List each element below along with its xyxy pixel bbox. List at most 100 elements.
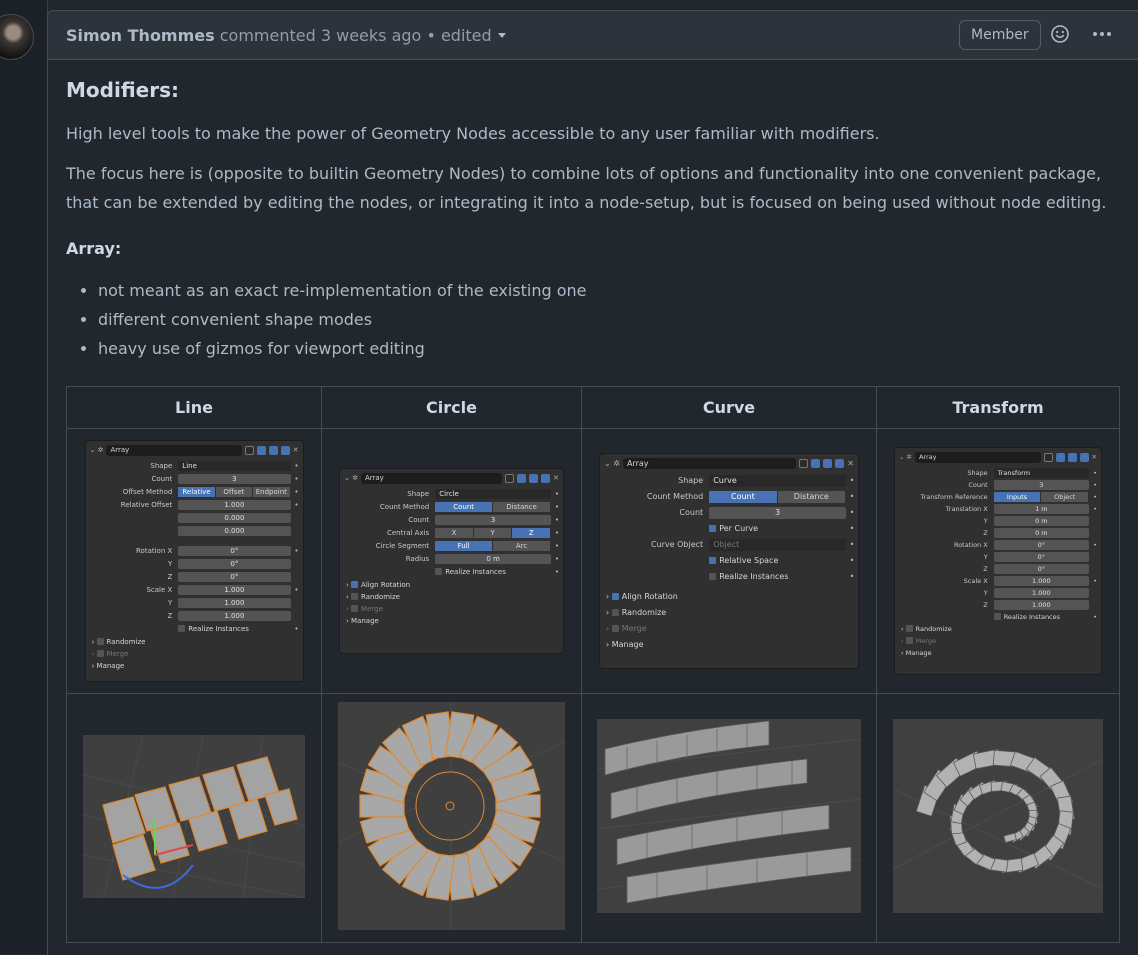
central-axis-selector[interactable]: XYZ [435,528,552,538]
realize-checkbox[interactable]: Realize Instances [435,568,551,576]
label: Central Axis [386,529,430,537]
randomize-section[interactable]: › Randomize [600,605,858,621]
shape-dropdown[interactable]: Transform [993,467,1089,478]
scale-y-field[interactable]: 1.000 [993,587,1089,598]
offset-z-field[interactable]: 0.000 [178,526,291,536]
randomize-section[interactable]: › Randomize [340,591,563,603]
shape-dropdown[interactable]: Circle [435,489,551,499]
merge-section[interactable]: › Merge [600,621,858,637]
rotation-z-field[interactable]: 0° [178,572,291,582]
modifier-name-field[interactable]: Array [360,472,503,484]
transform-modifier-panel[interactable]: ⌄ ✲ Array ✕ Shape Transform • Count 3 • Transf… [894,447,1102,675]
scale-z-field[interactable]: 1.000 [178,611,291,621]
label: Relative Offset [120,501,173,509]
realize-checkbox[interactable]: Realize Instances [993,612,1089,621]
circle-viewport-image [338,702,565,930]
randomize-section[interactable]: › Randomize [86,636,303,648]
comment-meta: Simon Thommes commented 3 weeks ago • ed… [66,26,506,45]
merge-section[interactable]: › Merge [340,603,563,615]
paragraph-focus: The focus here is (opposite to builtin G… [66,164,1107,212]
curve-modifier-panel[interactable]: ⌄ ✲ Array ✕ Shape Curve • Count Method Count D… [599,453,859,669]
shape-dropdown[interactable]: Line [178,461,291,471]
label: Count [408,516,430,524]
circle-segment-selector[interactable]: Full Arc [435,541,551,551]
count-field[interactable]: 3 [993,479,1089,490]
offset-method-selector[interactable]: Relative Offset Endpoint [178,487,291,497]
label: Y [168,560,173,568]
align-rotation-section[interactable]: › Align Rotation [600,589,858,605]
scale-z-field[interactable]: 1.000 [993,599,1089,610]
column-header-line: Line [66,386,322,429]
feature-list: not meant as an exact re-implementation … [66,276,1126,363]
manage-section[interactable]: › Manage [340,615,563,627]
label: Offset Method [122,488,173,496]
merge-section[interactable]: › Merge [895,635,1101,647]
relative-space-checkbox[interactable]: Relative Space [709,556,846,565]
scale-y-field[interactable]: 1.000 [178,598,291,608]
realize-checkbox[interactable]: Realize Instances [178,625,290,633]
rotation-y-field[interactable]: 0° [178,559,291,569]
rotation-z-field[interactable]: 0° [993,563,1089,574]
offset-y-field[interactable]: 0.000 [178,513,291,523]
label: Transform Reference [920,492,988,501]
curve-object-field[interactable]: Object [709,538,846,551]
comment-time[interactable]: 3 weeks ago [321,26,421,45]
label: Y [168,599,173,607]
translation-x-field[interactable]: 1 m [993,503,1089,514]
transform-reference-selector[interactable]: Inputs Object [993,491,1089,502]
realize-checkbox[interactable]: Realize Instances [709,572,846,581]
circle-modifier-panel[interactable]: ⌄ ✲ Array ✕ Shape Circle • Count Method Count… [339,468,564,654]
rotation-x-field[interactable]: 0° [178,546,291,556]
translation-z-field[interactable]: 0 m [993,527,1089,538]
kebab-horizontal-icon[interactable] [1090,23,1114,45]
label: Shape [407,490,430,498]
label: Z [983,600,988,609]
label: Count Method [379,503,430,511]
comment-box: Simon Thommes commented 3 weeks ago • ed… [47,10,1138,955]
modifier-name-field[interactable]: Array [622,457,797,469]
label: Shape [150,462,173,470]
count-field[interactable]: 3 [178,474,291,484]
edited-dropdown[interactable]: • edited [426,26,491,45]
count-field[interactable]: 3 [435,515,551,525]
per-curve-checkbox[interactable]: Per Curve [709,524,846,533]
label: Count [679,508,704,517]
author-link[interactable]: Simon Thommes [66,26,215,45]
count-method-selector[interactable]: Count Distance [709,490,846,503]
scale-x-field[interactable]: 1.000 [993,575,1089,586]
count-method-selector[interactable]: Count Distance [435,502,551,512]
manage-section[interactable]: › Manage [600,637,858,653]
cell-transform-panel: ⌄ ✲ Array ✕ Shape Transform • Count 3 • Transf… [876,428,1120,694]
smiley-icon[interactable] [1050,24,1070,44]
column-header-curve: Curve [581,386,877,429]
label: Circle Segment [375,542,430,550]
line-viewport-image [83,734,305,898]
label: Z [167,573,173,581]
list-item: not meant as an exact re-implementation … [98,276,1126,305]
align-rotation-section[interactable]: › Align Rotation [340,579,563,591]
randomize-section[interactable]: › Randomize [895,623,1101,635]
manage-section[interactable]: › Manage [895,647,1101,659]
scale-x-field[interactable]: 1.000 [178,585,291,595]
shape-dropdown[interactable]: Curve [709,474,846,487]
count-field[interactable]: 3 [709,506,846,519]
merge-section[interactable]: › Merge [86,648,303,660]
modifier-name-field[interactable]: Array [914,451,1041,463]
rotation-x-field[interactable]: 0° [993,539,1089,550]
column-header-transform: Transform [876,386,1120,429]
rotation-y-field[interactable]: 0° [993,551,1089,562]
translation-y-field[interactable]: 0 m [993,515,1089,526]
comment-header: Simon Thommes commented 3 weeks ago • ed… [48,11,1138,60]
radius-field[interactable]: 0 m [435,554,551,564]
chevron-down-icon[interactable] [497,33,506,38]
offset-x-field[interactable]: 1.000 [178,500,291,510]
cell-circle-viewport [321,693,582,943]
line-modifier-panel[interactable]: ⌄ ✲ Array ✕ Shape Line • Count 3 • Offset Meth… [84,440,304,682]
manage-section[interactable]: › Manage [86,660,303,672]
label: Y [983,588,988,597]
avatar[interactable] [0,14,34,60]
modifier-name-field[interactable]: Array [106,444,242,456]
label: Count Method [646,492,704,501]
heading-array: Array: [66,239,122,258]
label: Shape [967,468,988,477]
